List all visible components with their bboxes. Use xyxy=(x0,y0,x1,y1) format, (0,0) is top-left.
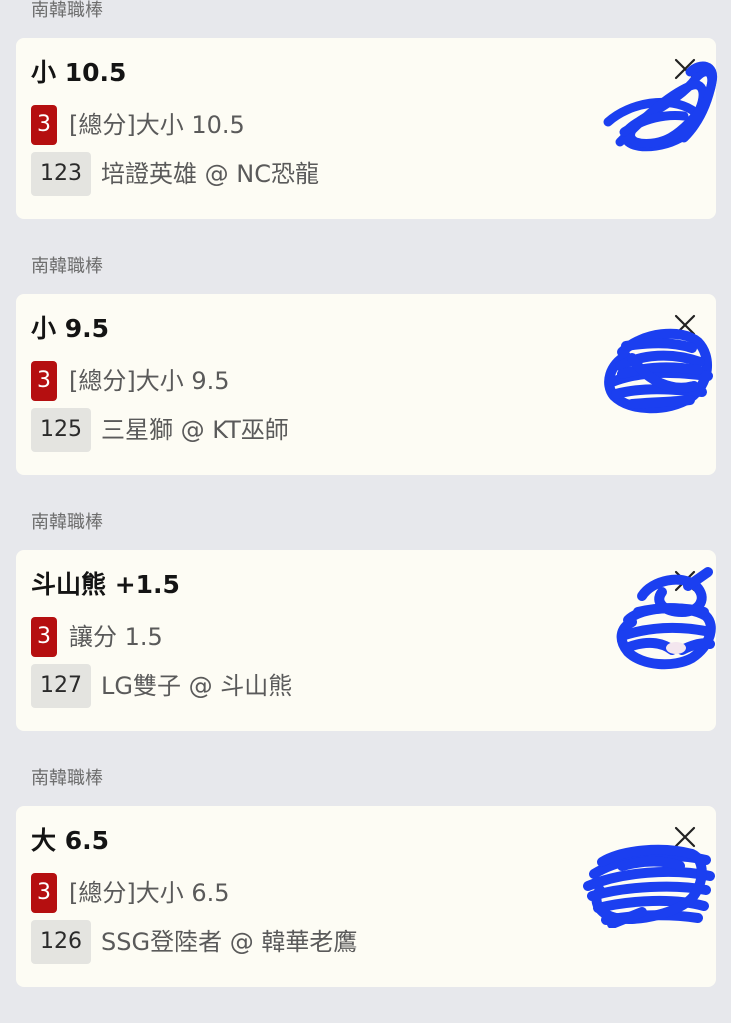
bet-title: 斗山熊 +1.5 xyxy=(31,570,180,599)
league-label: 南韓職棒 xyxy=(31,0,103,21)
bet-title: 小 9.5 xyxy=(31,314,109,343)
match-id: 123 xyxy=(31,152,91,196)
count-badge: 3 xyxy=(31,617,57,657)
match-name: LG雙子 @ 斗山熊 xyxy=(101,672,293,700)
scribble-redaction xyxy=(604,328,713,414)
match-id: 127 xyxy=(31,664,91,708)
bet-type: [總分]大小 6.5 xyxy=(69,879,230,907)
close-icon[interactable] xyxy=(672,56,698,82)
bet-type: [總分]大小 9.5 xyxy=(69,367,230,395)
bet-section: 南韓職棒 斗山熊 +1.5 3 讓分 1.5 127 LG雙子 @ 斗山熊 xyxy=(0,511,731,767)
bet-card[interactable]: 斗山熊 +1.5 3 讓分 1.5 127 LG雙子 @ 斗山熊 xyxy=(16,550,716,731)
close-icon[interactable] xyxy=(672,824,698,850)
bet-type: 讓分 1.5 xyxy=(69,623,163,651)
league-label: 南韓職棒 xyxy=(31,512,103,533)
bet-line: 3 [總分]大小 9.5 xyxy=(31,360,230,402)
bet-section: 南韓職棒 小 10.5 3 [總分]大小 10.5 123 培證英雄 @ NC恐… xyxy=(0,0,731,255)
match-id: 126 xyxy=(31,920,91,964)
count-badge: 3 xyxy=(31,361,57,401)
scribble-redaction xyxy=(603,61,718,152)
match-line: 123 培證英雄 @ NC恐龍 xyxy=(31,152,319,196)
bet-line: 3 讓分 1.5 xyxy=(31,616,163,658)
match-name: 三星獅 @ KT巫師 xyxy=(101,416,289,444)
bet-card[interactable]: 大 6.5 3 [總分]大小 6.5 126 SSG登陸者 @ 韓華老鷹 xyxy=(16,806,716,987)
bet-line: 3 [總分]大小 6.5 xyxy=(31,872,230,914)
bet-card[interactable]: 小 9.5 3 [總分]大小 9.5 125 三星獅 @ KT巫師 xyxy=(16,294,716,475)
league-label: 南韓職棒 xyxy=(31,768,103,789)
bet-title: 大 6.5 xyxy=(31,826,109,855)
league-label: 南韓職棒 xyxy=(31,256,103,277)
close-icon[interactable] xyxy=(672,312,698,338)
close-icon[interactable] xyxy=(672,568,698,594)
bet-title: 小 10.5 xyxy=(31,58,127,87)
bet-section: 南韓職棒 大 6.5 3 [總分]大小 6.5 126 SSG登陸者 @ 韓華老… xyxy=(0,767,731,1023)
bet-type: [總分]大小 10.5 xyxy=(69,111,245,139)
scribble-redaction xyxy=(616,567,716,670)
bet-section: 南韓職棒 小 9.5 3 [總分]大小 9.5 125 三星獅 @ KT巫師 xyxy=(0,255,731,511)
match-line: 127 LG雙子 @ 斗山熊 xyxy=(31,664,292,708)
bet-list: 南韓職棒 小 10.5 3 [總分]大小 10.5 123 培證英雄 @ NC恐… xyxy=(0,0,731,1023)
match-id: 125 xyxy=(31,408,91,452)
match-line: 125 三星獅 @ KT巫師 xyxy=(31,408,289,452)
count-badge: 3 xyxy=(31,873,57,913)
match-name: SSG登陸者 @ 韓華老鷹 xyxy=(101,928,358,956)
bet-line: 3 [總分]大小 10.5 xyxy=(31,104,245,146)
count-badge: 3 xyxy=(31,105,57,145)
match-name: 培證英雄 @ NC恐龍 xyxy=(101,160,319,188)
match-line: 126 SSG登陸者 @ 韓華老鷹 xyxy=(31,920,357,964)
bet-card[interactable]: 小 10.5 3 [總分]大小 10.5 123 培證英雄 @ NC恐龍 xyxy=(16,38,718,219)
